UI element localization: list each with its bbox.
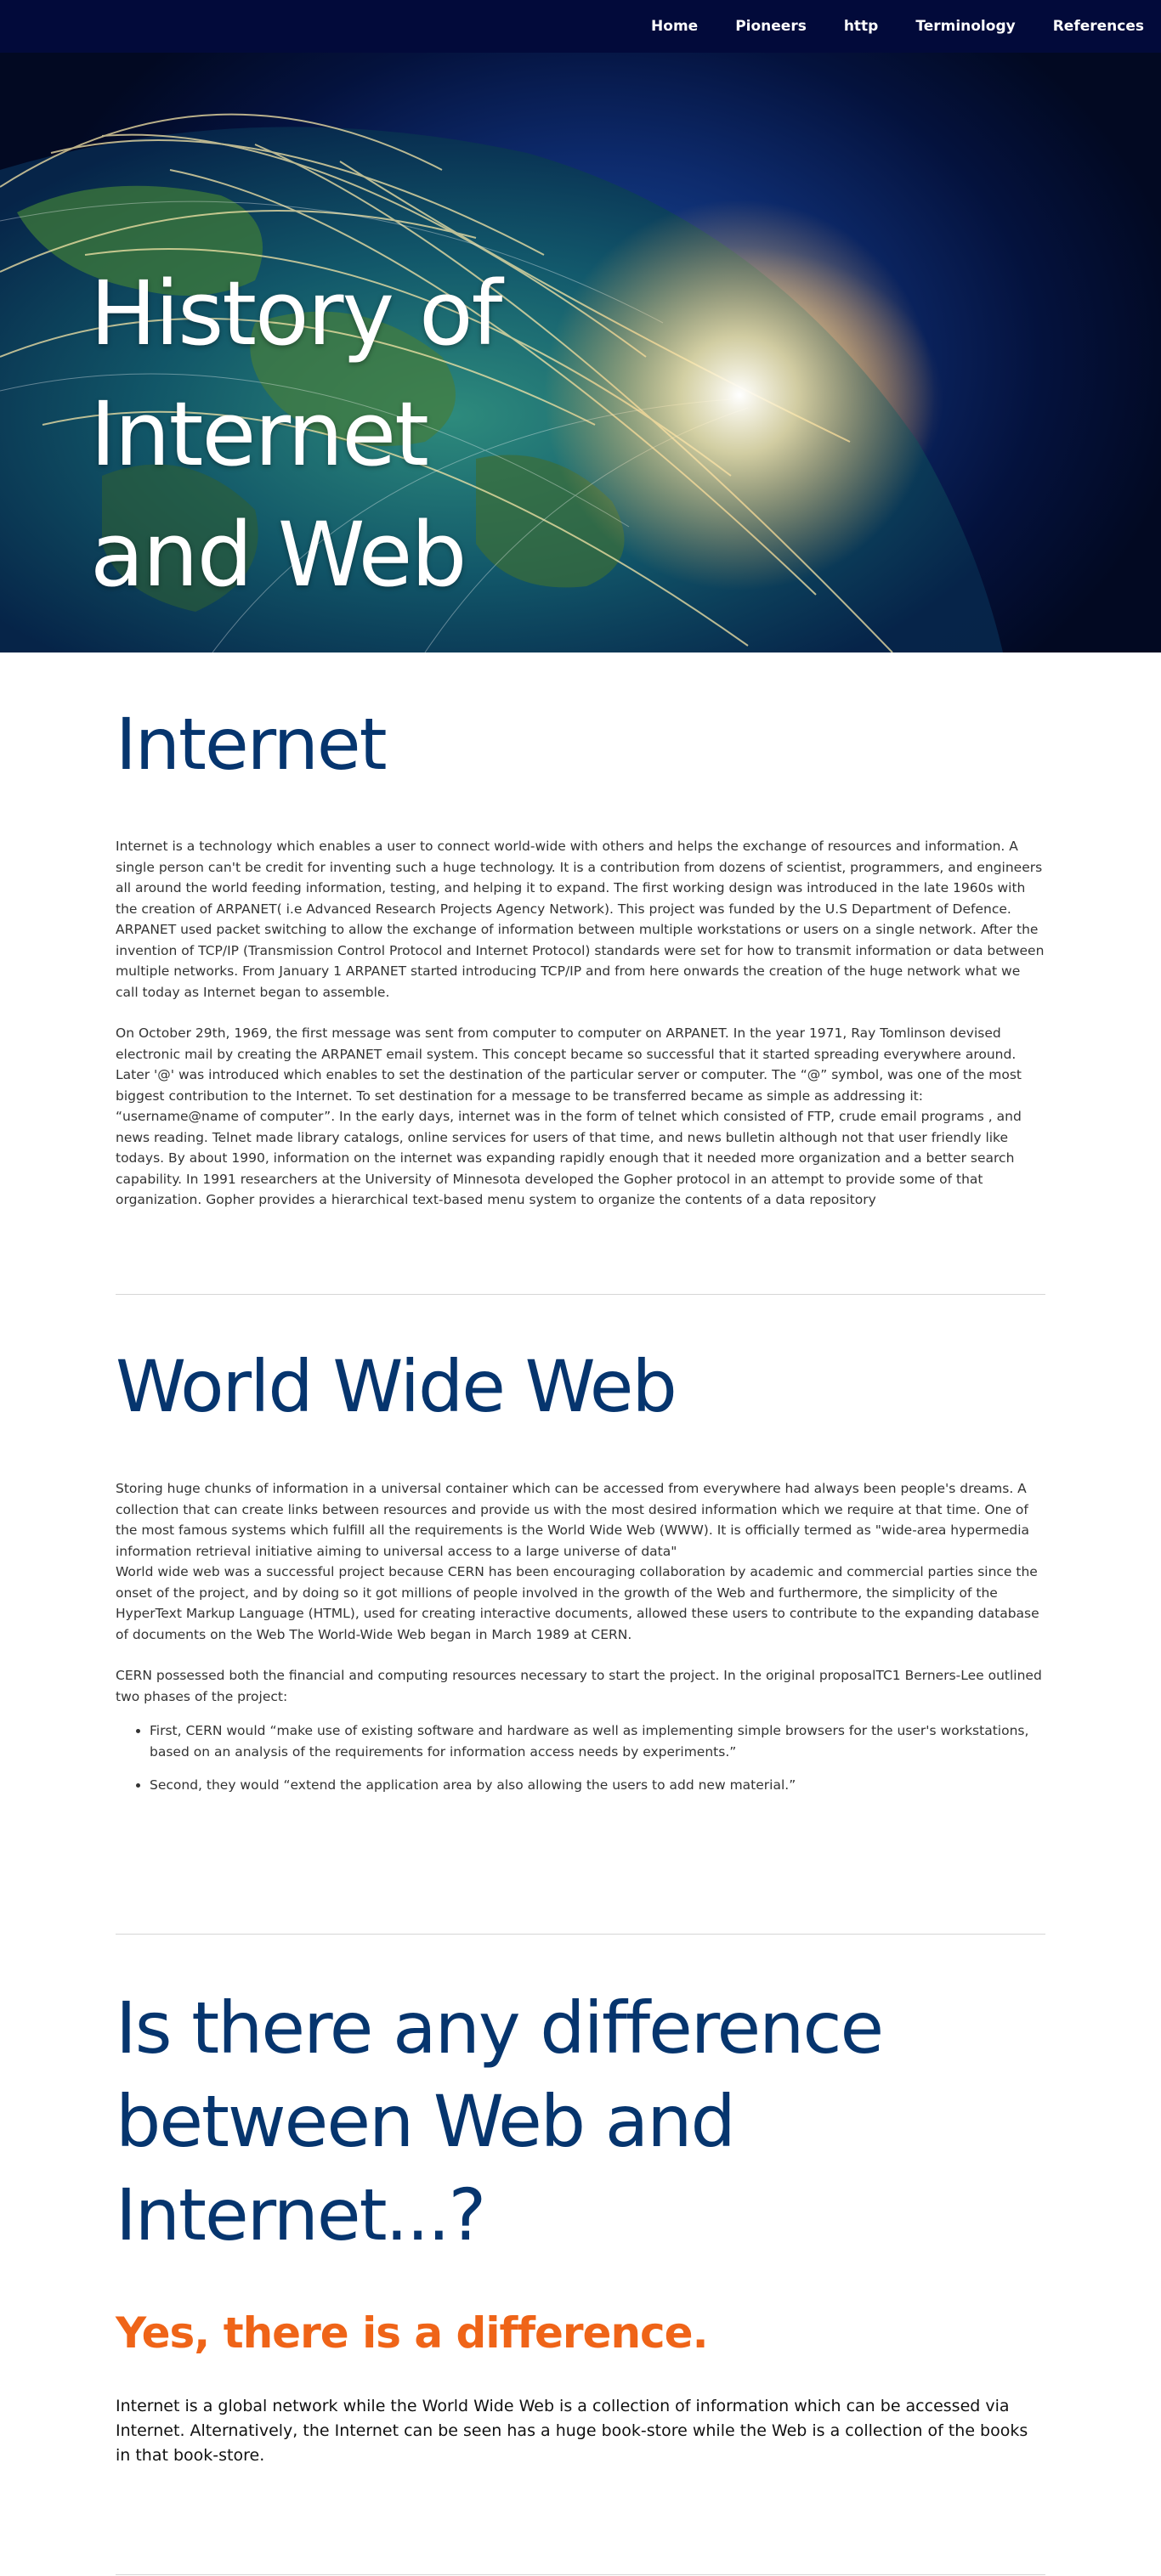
www-paragraph-1a: Storing huge chunks of information in a … (116, 1481, 1030, 1559)
www-paragraph-2: CERN possessed both the financial and co… (116, 1668, 1042, 1704)
difference-section: Is there any difference between Web and … (116, 1981, 1045, 2262)
hero-title: History of Internet and Web (90, 253, 855, 615)
www-content: Storing huge chunks of information in a … (116, 1478, 1045, 1809)
hero-title-line2: and Web (90, 503, 467, 607)
www-heading: World Wide Web (116, 1345, 677, 1428)
section-divider (116, 1294, 1045, 1295)
nav-http-link[interactable]: http (844, 18, 879, 35)
hero-title-line1: History of Internet (90, 262, 502, 486)
internet-section: Internet (116, 702, 1045, 787)
difference-text: Internet is a global network while the W… (116, 2397, 1028, 2465)
difference-subtitle: Yes, there is a difference. (116, 2308, 709, 2358)
list-item: Second, they would “extend the applicati… (150, 1775, 1045, 1796)
difference-content: Internet is a global network while the W… (116, 2394, 1045, 2468)
www-paragraph-1b: World wide web was a successful project … (116, 1564, 1039, 1642)
internet-paragraph-1: Internet is a technology which enables a… (116, 839, 1045, 1000)
top-navbar: Home Pioneers http Terminology Reference… (0, 0, 1161, 53)
nav-references-link[interactable]: References (1053, 18, 1144, 35)
section-divider (116, 2574, 1045, 2575)
section-divider (116, 1934, 1045, 1935)
difference-heading-line1: Is there any difference (116, 1986, 884, 2070)
internet-content: Internet is a technology which enables a… (116, 836, 1045, 1211)
difference-heading: Is there any difference between Web and … (116, 1981, 1045, 2262)
difference-heading-line2: between Web and (116, 2080, 736, 2163)
www-phase-list: First, CERN would “make use of existing … (150, 1720, 1045, 1796)
internet-heading: Internet (116, 703, 388, 786)
nav-home-link[interactable]: Home (651, 18, 698, 35)
www-section: World Wide Web (116, 1344, 1045, 1429)
difference-heading-line3: Internet...? (116, 2173, 486, 2257)
nav-terminology-link[interactable]: Terminology (915, 18, 1015, 35)
difference-answer: Yes, there is a difference. (116, 2308, 1045, 2359)
hero-banner: History of Internet and Web (0, 0, 1161, 652)
internet-paragraph-2: On October 29th, 1969, the first message… (116, 1025, 1022, 1207)
list-item: First, CERN would “make use of existing … (150, 1720, 1045, 1762)
nav-pioneers-link[interactable]: Pioneers (735, 18, 807, 35)
